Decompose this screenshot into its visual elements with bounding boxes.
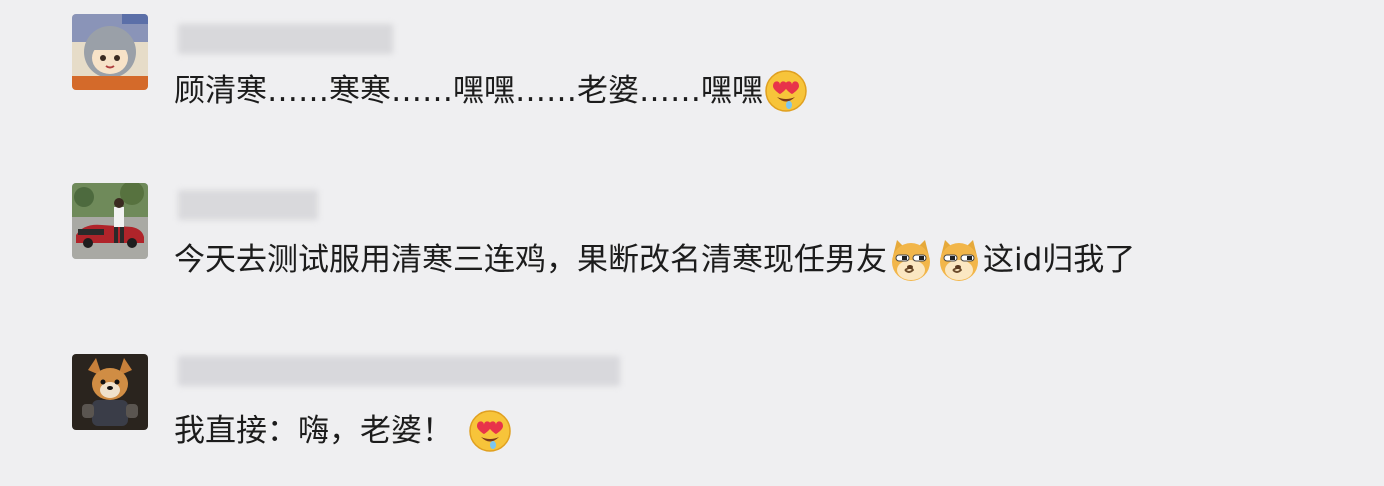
username-blurred[interactable] <box>178 24 393 54</box>
doge-icon <box>935 236 983 284</box>
username-blurred[interactable] <box>178 190 318 220</box>
comment-body-end: 这id归我了 <box>983 242 1136 278</box>
avatar[interactable] <box>72 354 148 430</box>
heart-eyes-drool-icon <box>763 68 809 114</box>
car-photo-avatar-icon <box>72 183 148 259</box>
comment-text: 顾清寒……寒寒……嘿嘿……老婆……嘿嘿 <box>174 68 809 114</box>
comment-body-start: 今天去测试服用清寒三连鸡，果断改名清寒现任男友 <box>174 242 887 278</box>
comment-body: 我直接：嗨，老婆！ <box>174 413 453 449</box>
comment-text: 我直接：嗨，老婆！ <box>174 408 513 454</box>
comment-text: 今天去测试服用清寒三连鸡，果断改名清寒现任男友 这id归我了 <box>174 236 1135 284</box>
avatar[interactable] <box>72 183 148 259</box>
anime-girl-avatar-icon <box>72 14 148 90</box>
avatar[interactable] <box>72 14 148 90</box>
heart-eyes-drool-icon <box>467 408 513 454</box>
doge-icon <box>887 236 935 284</box>
dog-avatar-icon <box>72 354 148 430</box>
username-blurred[interactable] <box>178 356 620 386</box>
comment-body: 顾清寒……寒寒……嘿嘿……老婆……嘿嘿 <box>174 73 763 109</box>
